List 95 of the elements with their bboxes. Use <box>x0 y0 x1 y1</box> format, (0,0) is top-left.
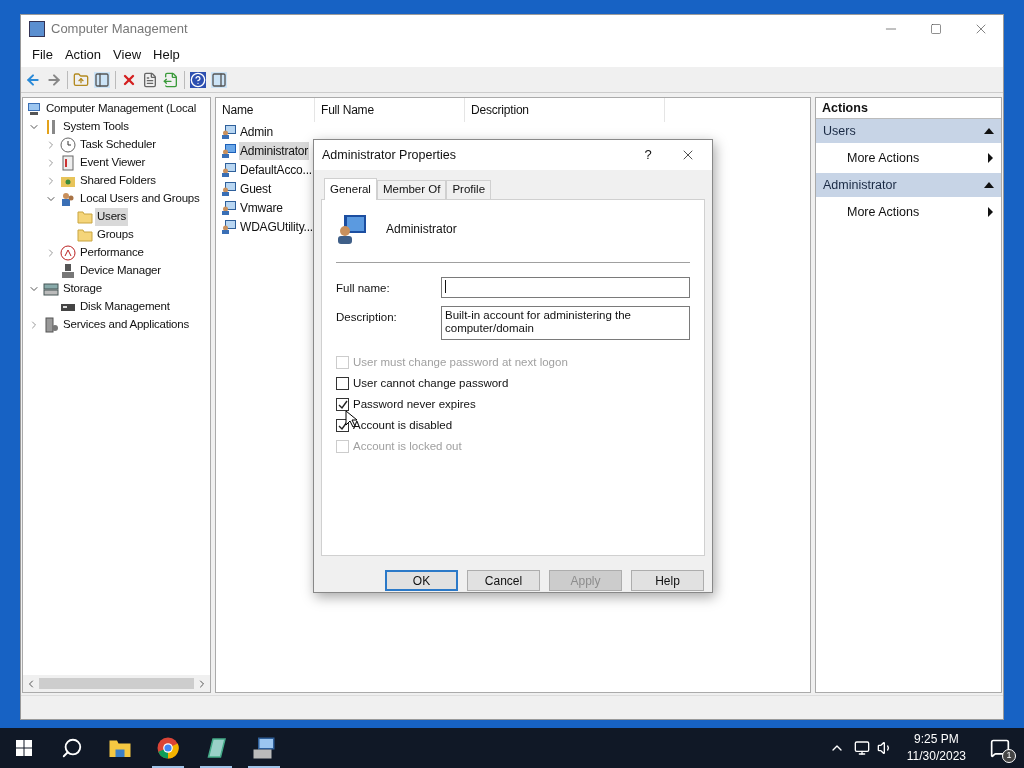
tree-item[interactable]: Users <box>95 208 129 226</box>
windows-logo-icon[interactable] <box>16 740 32 756</box>
menu-item[interactable]: Action <box>58 45 108 65</box>
section-header[interactable]: Administrator <box>816 173 1001 197</box>
checkbox-label: Account is locked out <box>353 438 462 454</box>
checkbox-label: Account is disabled <box>353 417 453 433</box>
action-item[interactable]: More Actions <box>816 197 1001 227</box>
dialog-tab[interactable]: Member Of <box>376 180 447 200</box>
submenu-triangle-icon <box>988 207 993 217</box>
field-label: Full name: <box>336 281 391 296</box>
tree-item[interactable]: Shared Folders <box>78 172 158 190</box>
dialog-button[interactable]: Help <box>631 570 704 591</box>
collapse-triangle-icon[interactable] <box>984 128 994 134</box>
tree-item[interactable]: Event Viewer <box>78 154 148 172</box>
export-icon[interactable] <box>163 71 179 88</box>
checkbox-label: User must change password at next logon <box>353 354 568 370</box>
list-row[interactable]: Vmware <box>239 198 284 217</box>
tree-item[interactable]: Storage <box>61 280 104 298</box>
user-name: Administrator <box>386 220 457 238</box>
checkbox[interactable] <box>336 398 349 411</box>
user-icon <box>221 142 237 159</box>
tree-item[interactable]: Computer Management (Local <box>44 100 199 118</box>
notification-badge: 1 <box>1002 749 1016 763</box>
user-icon <box>221 123 237 140</box>
tree-item[interactable]: Groups <box>95 226 136 244</box>
folder-icon <box>77 227 93 243</box>
services-icon <box>43 317 59 333</box>
running-indicator <box>200 766 232 768</box>
storage-icon <box>43 281 59 297</box>
section-header[interactable]: Users <box>816 119 1001 143</box>
tree-item[interactable]: System Tools <box>61 118 131 136</box>
app-icon <box>29 21 45 37</box>
browser-icon <box>156 736 180 760</box>
column-header[interactable]: Full Name <box>315 98 465 122</box>
computer-icon <box>252 736 276 760</box>
user-icon <box>221 218 237 235</box>
collapse-triangle-icon[interactable] <box>984 182 994 188</box>
tree-item[interactable]: Task Scheduler <box>78 136 158 154</box>
horizontal-scrollbar[interactable] <box>23 675 210 692</box>
text-field[interactable]: Built-in account for administering the computer/domain <box>441 306 690 340</box>
text-field[interactable] <box>441 277 690 298</box>
field-label: Description: <box>336 310 398 325</box>
menu-item[interactable]: File <box>26 45 59 65</box>
up-folder-icon[interactable] <box>73 71 89 88</box>
properties-icon[interactable] <box>142 71 158 88</box>
computer-icon <box>26 101 42 117</box>
tree-item[interactable]: Local Users and Groups <box>78 190 202 208</box>
clock-time[interactable]: 9:25 PM <box>914 731 959 748</box>
help-glyph[interactable]: ? <box>636 145 660 165</box>
device-icon <box>60 263 76 279</box>
menu-item[interactable]: Help <box>147 45 186 65</box>
running-indicator <box>248 766 280 768</box>
column-header[interactable]: Description <box>465 98 665 122</box>
window-title: Computer Management <box>51 20 189 39</box>
forward-icon[interactable] <box>46 71 62 88</box>
user-icon <box>221 161 237 178</box>
tree-item[interactable]: Device Manager <box>78 262 163 280</box>
user-icon <box>221 180 237 197</box>
users-icon <box>60 191 76 207</box>
dialog-button[interactable]: OK <box>385 570 458 591</box>
checkbox[interactable] <box>336 377 349 390</box>
menu-item[interactable]: View <box>107 45 148 65</box>
dialog-button[interactable]: Cancel <box>467 570 540 591</box>
gauge-icon <box>60 245 76 261</box>
list-row[interactable]: Guest <box>239 179 273 198</box>
user-icon <box>221 199 237 216</box>
maximize-icon[interactable] <box>930 23 942 35</box>
network-icon[interactable] <box>853 740 870 756</box>
checkbox-label: Password never expires <box>353 396 476 412</box>
list-row[interactable]: Admin <box>239 122 274 141</box>
submenu-triangle-icon <box>988 153 993 163</box>
tree-item[interactable]: Performance <box>78 244 146 262</box>
search-icon[interactable] <box>61 737 83 759</box>
tree-toggle-icon[interactable] <box>94 71 110 88</box>
clock-icon <box>60 137 76 153</box>
dialog-tab[interactable]: General <box>324 178 377 200</box>
checkbox-label: User cannot change password <box>353 375 509 391</box>
help-icon[interactable] <box>190 71 206 88</box>
action-pane-toggle-icon[interactable] <box>211 71 227 88</box>
dialog-tab[interactable]: Profile <box>446 180 492 200</box>
dialog-title: Administrator Properties <box>322 146 458 164</box>
user-icon <box>336 212 368 245</box>
running-indicator <box>152 766 184 768</box>
tree-item[interactable]: Disk Management <box>78 298 172 316</box>
list-row[interactable]: WDAGUtility... <box>239 217 314 236</box>
list-row[interactable]: DefaultAcco... <box>239 160 313 179</box>
folder-icon <box>77 209 93 225</box>
action-item[interactable]: More Actions <box>816 143 1001 173</box>
clock-date[interactable]: 11/30/2023 <box>906 748 966 765</box>
list-row[interactable]: Administrator <box>239 141 310 160</box>
tree-item[interactable]: Services and Applications <box>61 316 192 334</box>
notifications-icon[interactable] <box>990 738 1010 758</box>
back-icon[interactable] <box>25 71 41 88</box>
log-icon <box>60 155 76 171</box>
column-header[interactable]: Name <box>216 98 315 122</box>
